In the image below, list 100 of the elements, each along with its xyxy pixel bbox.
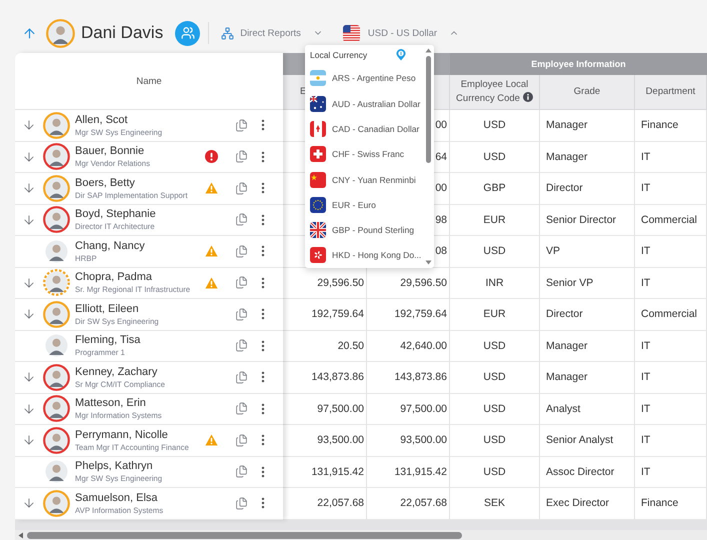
table-cell: USD — [450, 330, 540, 362]
documents-icon — [234, 244, 248, 258]
employee-name[interactable]: Elliott, Eileen — [75, 302, 139, 315]
view-selector[interactable]: Direct Reports — [217, 24, 327, 42]
avatar — [43, 332, 70, 360]
avatar — [43, 364, 70, 391]
table-cell: GBP — [450, 173, 540, 204]
avatar — [43, 458, 70, 486]
table-cell: IT — [635, 173, 707, 204]
employee-name[interactable]: Perrymann, Nicolle — [75, 428, 168, 441]
scroll-down-icon[interactable] — [424, 260, 432, 265]
documents-button[interactable] — [234, 118, 248, 132]
table-cell: 29,596.50 — [283, 268, 367, 299]
employee-name[interactable]: Samuelson, Elsa — [75, 492, 158, 504]
currency-selector[interactable]: USD - US Dollar — [338, 22, 464, 44]
table-cell: INR — [450, 268, 540, 299]
documents-icon — [234, 276, 248, 290]
table-cell: 131,915.42 — [367, 456, 450, 488]
employee-name[interactable]: Phelps, Kathryn — [75, 460, 153, 472]
table-cell: Finance — [635, 488, 707, 520]
table-cell: Manager — [540, 110, 635, 142]
table-cell: SEK — [450, 488, 540, 520]
documents-icon — [234, 118, 248, 132]
employee-name[interactable]: Chang, Nancy — [75, 240, 145, 252]
table-cell: Manager — [540, 142, 635, 173]
table-cell: Commercial — [635, 204, 707, 236]
table-cell: IT — [635, 394, 707, 425]
table-cell: USD — [450, 394, 540, 425]
employee-name[interactable]: Allen, Scot — [75, 114, 128, 126]
documents-button[interactable] — [234, 276, 248, 290]
arrow-down-icon[interactable] — [22, 118, 36, 132]
table-cell: 143,873.86 — [283, 362, 367, 394]
documents-icon — [234, 402, 248, 416]
table-cell: IT — [635, 425, 707, 456]
avatar — [43, 174, 70, 202]
avatar — [46, 18, 75, 48]
documents-button[interactable] — [234, 213, 248, 226]
avatar — [43, 300, 70, 328]
employee-name[interactable]: Kenney, Zachary — [75, 366, 158, 378]
employee-name[interactable]: Boers, Betty — [75, 176, 135, 189]
table-cell: USD — [450, 456, 540, 488]
info-icon[interactable] — [522, 92, 533, 102]
scrollbar-thumb[interactable] — [27, 532, 462, 538]
table-cell: Commercial — [635, 299, 707, 330]
employee-name[interactable]: Boyd, Stephanie — [75, 208, 156, 220]
table-cell: Assoc Director — [540, 456, 635, 488]
avatar — [43, 426, 70, 454]
documents-icon — [234, 339, 248, 352]
avatar — [43, 490, 70, 517]
table-cell: IT — [635, 362, 707, 394]
org-chart-icon — [221, 26, 234, 40]
arrow-down-icon[interactable] — [22, 150, 36, 164]
column-header[interactable]: Name — [136, 76, 162, 86]
employee-name[interactable]: Fleming, Tisa — [75, 334, 140, 346]
table-cell: EUR — [450, 299, 540, 330]
documents-button[interactable] — [234, 370, 248, 384]
table-cell: IT — [635, 236, 707, 268]
currency-option[interactable]: ARS - Argentine Peso — [310, 66, 424, 91]
scrollbar-thumb[interactable] — [426, 56, 430, 163]
scroll-left-icon[interactable] — [18, 532, 24, 538]
horizontal-scrollbar[interactable] — [15, 530, 707, 540]
column-header[interactable]: Employee Local Currency Code — [450, 75, 540, 110]
team-button[interactable] — [175, 20, 200, 46]
documents-button[interactable] — [234, 434, 248, 447]
table-cell: Analyst — [540, 394, 635, 425]
documents-button[interactable] — [234, 150, 248, 164]
documents-button[interactable] — [234, 465, 248, 478]
table-cell: Exec Director — [540, 488, 635, 520]
employee-name[interactable]: Bauer, Bonnie — [75, 145, 144, 158]
documents-button[interactable] — [234, 244, 248, 258]
table-cell: 131,915.42 — [283, 456, 367, 488]
table-cell: IT — [635, 142, 707, 173]
documents-button[interactable] — [234, 308, 248, 321]
documents-button[interactable] — [234, 402, 248, 416]
dropdown-title: Local Currency — [310, 50, 368, 60]
avatar — [43, 112, 70, 139]
table-cell: 20.50 — [283, 330, 367, 362]
table-cell: Finance — [635, 110, 707, 142]
table-cell: 192,759.64 — [283, 299, 367, 330]
documents-icon — [234, 182, 248, 195]
documents-icon — [234, 308, 248, 321]
employee-name[interactable]: Matteson, Erin — [75, 397, 146, 410]
employee-name[interactable]: Chopra, Padma — [75, 271, 152, 284]
table-cell: 143,873.86 — [367, 362, 450, 394]
documents-button[interactable] — [234, 339, 248, 352]
table-cell: 93,500.00 — [367, 425, 450, 456]
column-header[interactable]: Grade — [540, 75, 635, 110]
column-group-header: Employee Information — [450, 53, 707, 75]
table-cell: EUR — [450, 204, 540, 236]
documents-button[interactable] — [234, 496, 248, 510]
table-cell: 97,500.00 — [283, 394, 367, 425]
documents-icon — [234, 213, 248, 226]
table-cell: 29,596.50 — [367, 268, 450, 299]
table-cell: 22,057.68 — [283, 488, 367, 520]
table-cell: 192,759.64 — [367, 299, 450, 330]
arrow-down-icon[interactable] — [22, 181, 36, 196]
documents-button[interactable] — [234, 182, 248, 195]
arrow-down-icon[interactable] — [22, 212, 36, 227]
column-header[interactable]: Department — [635, 75, 707, 110]
table-cell: 97,500.00 — [367, 394, 450, 425]
